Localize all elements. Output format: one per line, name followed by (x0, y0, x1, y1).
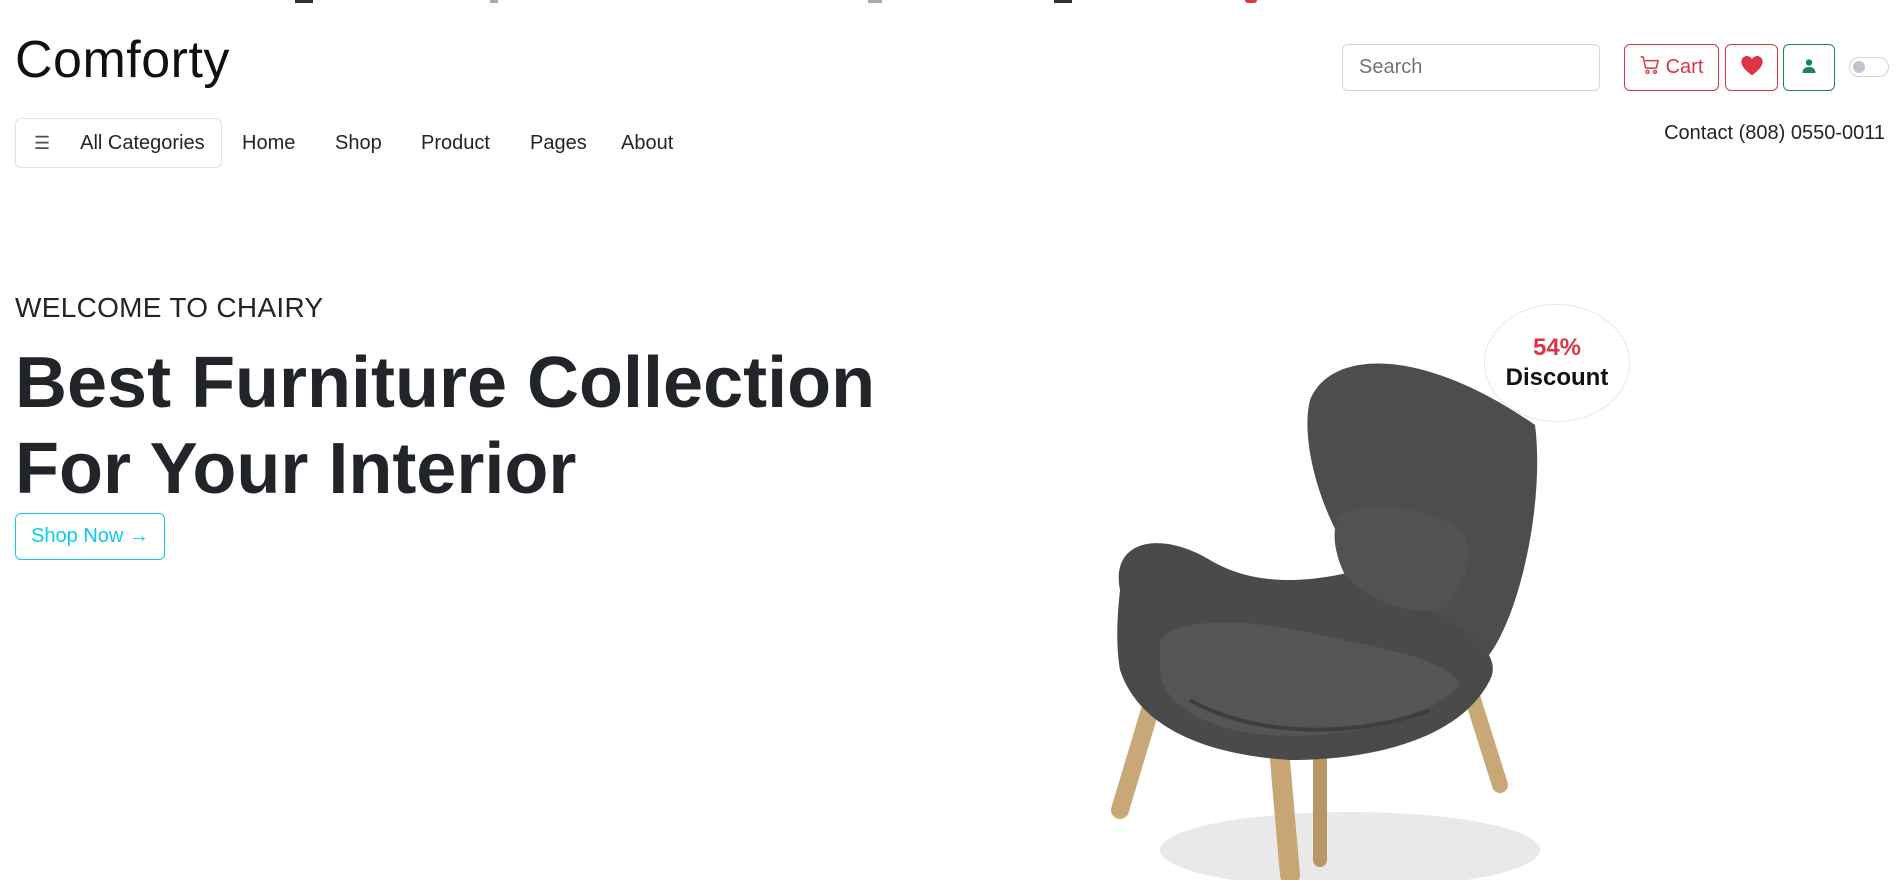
cart-button[interactable]: Cart (1624, 44, 1719, 91)
hero-title-line1: Best Furniture Collection (15, 343, 876, 423)
hero-eyebrow: WELCOME TO CHAIRY (15, 292, 324, 323)
user-icon (1801, 58, 1817, 77)
all-categories-button[interactable]: ☰ All Categories (15, 118, 222, 168)
nav-product[interactable]: Product (421, 132, 490, 155)
nav-shop[interactable]: Shop (335, 132, 382, 155)
top-strip (0, 0, 1898, 3)
cart-icon (1640, 55, 1660, 81)
all-categories-label: All Categories (80, 131, 205, 154)
contact-phone: Contact (808) 0550-0011 (1664, 122, 1885, 144)
nav-pages[interactable]: Pages (530, 132, 587, 155)
account-button[interactable] (1783, 44, 1835, 91)
hero-title-line2: For Your Interior (15, 429, 577, 509)
heart-icon (1740, 56, 1763, 79)
nav-about[interactable]: About (621, 132, 673, 155)
menu-icon: ☰ (34, 132, 51, 153)
chair-image (1111, 363, 1540, 880)
search-input[interactable] (1342, 44, 1600, 91)
brand-logo[interactable]: Comforty (15, 30, 230, 90)
nav-home[interactable]: Home (242, 132, 295, 155)
hero-title: Best Furniture Collection For Your Inter… (15, 340, 915, 512)
cart-label: Cart (1665, 56, 1704, 78)
shop-now-button[interactable]: Shop Now → (15, 513, 165, 560)
discount-label: Discount (1505, 364, 1609, 391)
theme-toggle[interactable] (1849, 57, 1889, 77)
wishlist-button[interactable] (1725, 44, 1778, 91)
discount-badge: 54% Discount (1484, 304, 1630, 422)
discount-value: 54% (1532, 334, 1582, 361)
